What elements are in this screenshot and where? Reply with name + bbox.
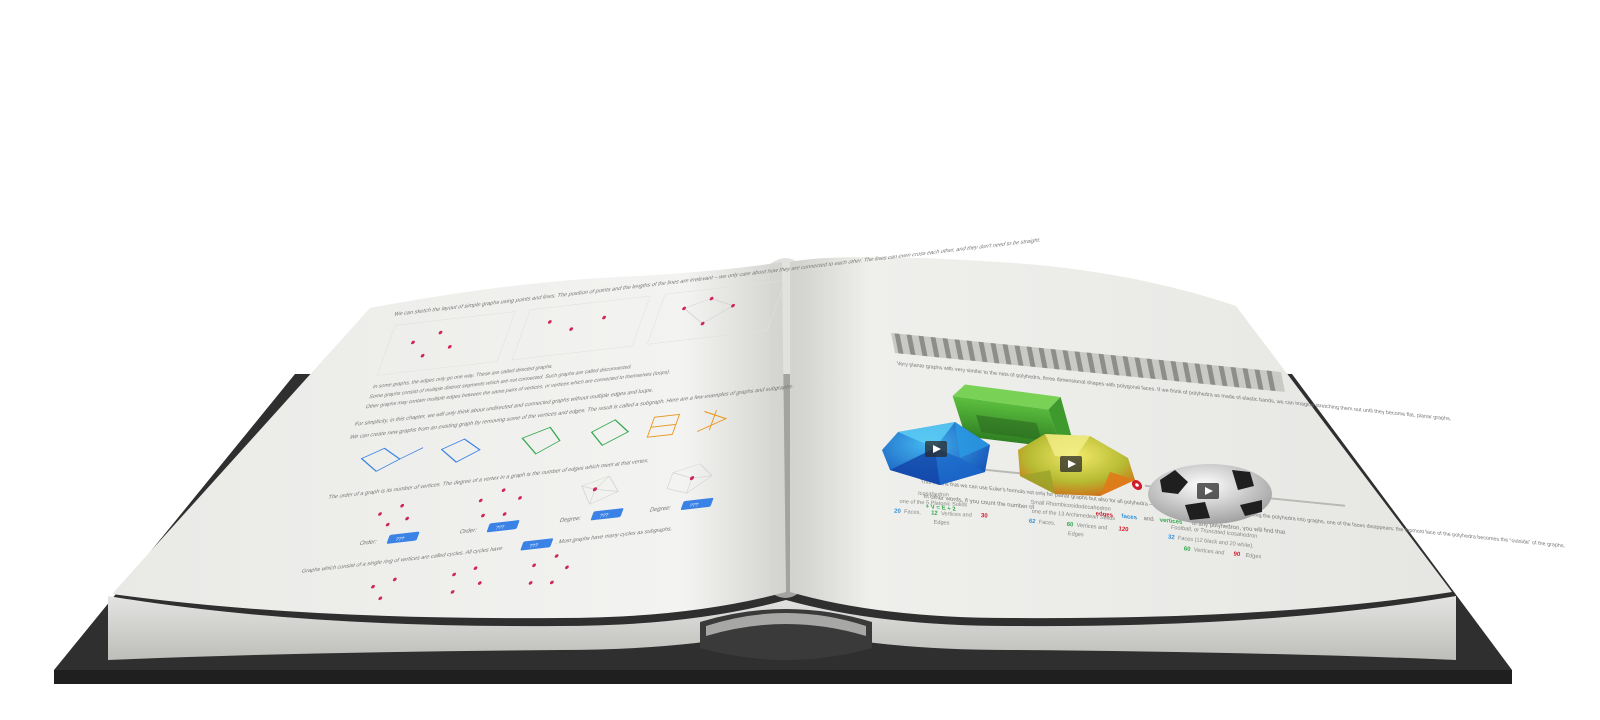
svg-text:12: 12 xyxy=(931,511,939,517)
svg-text:and: and xyxy=(1143,516,1154,523)
svg-text:32: 32 xyxy=(1168,535,1176,542)
right-page xyxy=(790,257,1452,619)
svg-text:Faces,: Faces, xyxy=(904,509,922,516)
svg-text:90: 90 xyxy=(1233,551,1241,558)
svg-text:30: 30 xyxy=(981,513,989,519)
svg-text:20: 20 xyxy=(894,509,902,515)
open-book-illustration: We can sketch the layout of simple graph… xyxy=(54,238,1566,684)
svg-text:120: 120 xyxy=(1118,526,1129,533)
left-page xyxy=(112,262,786,619)
football-image xyxy=(1148,464,1272,524)
svg-text:60: 60 xyxy=(1183,546,1191,553)
svg-text:60: 60 xyxy=(1066,522,1074,529)
svg-text:Edges: Edges xyxy=(933,520,949,527)
svg-text:62: 62 xyxy=(1029,519,1037,526)
